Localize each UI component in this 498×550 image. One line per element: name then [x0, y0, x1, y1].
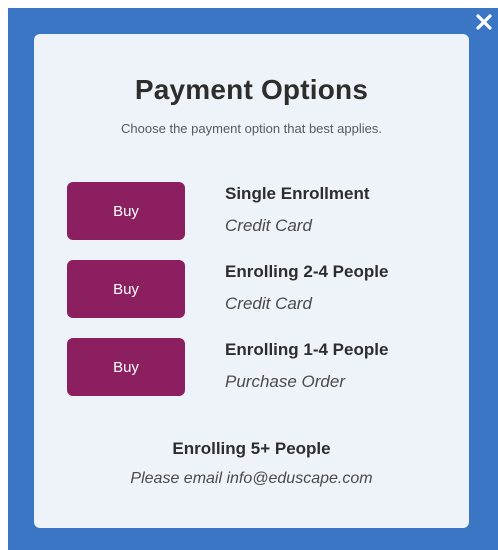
option-title: Enrolling 2-4 People — [225, 262, 389, 281]
option-payment-method: Credit Card — [225, 216, 312, 235]
dialog-title: Payment Options — [134, 74, 369, 105]
payment-option-1-4-po: Buy Enrolling 1-4 People Purchase Order — [67, 338, 447, 396]
buy-button-single-enrollment[interactable]: Buy — [67, 182, 185, 240]
buy-button-1-4-purchase-order[interactable]: Buy — [67, 338, 185, 396]
dialog-subtitle: Choose the payment option that best appl… — [121, 121, 382, 136]
bulk-enrollment-note: Please email info@eduscape.com — [130, 470, 373, 487]
close-button[interactable] — [470, 8, 498, 36]
bulk-enrollment-title: Enrolling 5+ People — [172, 439, 331, 458]
close-icon — [476, 14, 492, 30]
option-title: Single Enrollment — [225, 184, 370, 203]
buy-button-2-4-credit-card[interactable]: Buy — [67, 260, 185, 318]
payment-option-2-4-credit: Buy Enrolling 2-4 People Credit Card — [67, 260, 447, 318]
option-title: Enrolling 1-4 People — [225, 340, 389, 359]
payment-option-single: Buy Single Enrollment Credit Card — [67, 182, 447, 240]
option-payment-method: Credit Card — [225, 294, 312, 313]
payment-options-dialog: Payment Options Choose the payment optio… — [34, 34, 469, 528]
option-payment-method: Purchase Order — [225, 372, 345, 391]
